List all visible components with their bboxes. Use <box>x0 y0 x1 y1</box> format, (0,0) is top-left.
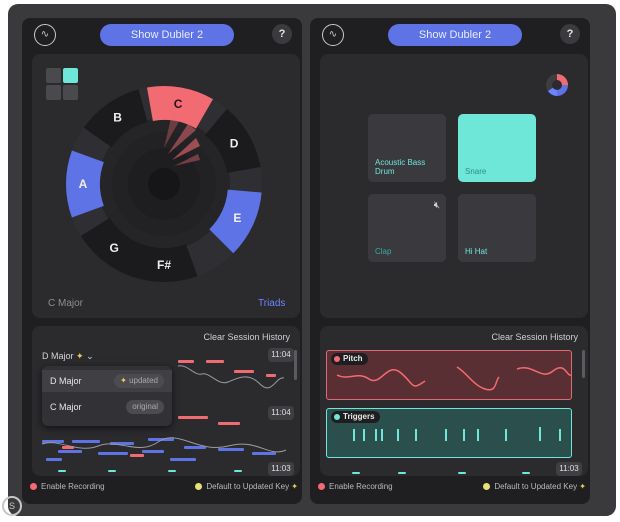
note-bar <box>170 458 196 461</box>
note-bar <box>252 452 276 455</box>
history-timestamp: 11:04 <box>268 406 294 420</box>
pad-snare[interactable]: Snare <box>458 114 536 182</box>
enable-recording-label: Enable Recording <box>329 482 393 491</box>
note-bar <box>178 416 208 419</box>
help-button[interactable]: ? <box>560 24 580 44</box>
default-key-dot-icon <box>195 483 203 491</box>
wheel-note-label: A <box>79 177 88 191</box>
wheel-note-label: G <box>109 241 118 255</box>
show-dubler-button[interactable]: Show Dubler 2 <box>100 24 234 46</box>
key-options-menu: D Major ✦ updated C Major original <box>42 366 172 426</box>
enable-recording-toggle[interactable]: Enable Recording <box>318 482 393 491</box>
pad-label: Clap <box>375 247 392 256</box>
pad-label: Hi Hat <box>465 247 488 256</box>
drum-panel: ∿ Show Dubler 2 ? Acoustic Bass Drum Sna… <box>310 18 590 504</box>
default-key-toggle[interactable]: Default to Updated Key ✦ <box>483 482 586 491</box>
wheel-note-label: C <box>174 97 183 111</box>
lane-label-text: Pitch <box>343 354 363 363</box>
chord-mode-button[interactable]: Triads <box>258 298 285 309</box>
default-key-label: Default to Updated Key <box>494 482 578 491</box>
chord-wheel[interactable]: C D E F# G A B <box>32 54 300 318</box>
panel-footer: Enable Recording Default to Updated Key … <box>30 482 298 498</box>
sparkle-icon: ✦ <box>120 376 130 385</box>
clear-session-history-button[interactable]: Clear Session History <box>203 332 290 342</box>
pad-label: Acoustic Bass Drum <box>375 158 426 176</box>
pad-clap[interactable]: 🔇︎ Clap <box>368 194 446 262</box>
key-option-label: C Major <box>50 402 82 412</box>
lane-label: Pitch <box>331 353 368 365</box>
triggers-lane[interactable]: Triggers <box>326 408 572 458</box>
note-bar <box>98 452 128 455</box>
note-bar <box>178 360 194 363</box>
wave-logo-icon[interactable]: ∿ <box>34 24 56 46</box>
mute-icon[interactable]: 🔇︎ <box>434 200 440 211</box>
lane-label: Triggers <box>331 411 380 423</box>
default-key-dot-icon <box>483 483 491 491</box>
note-bar <box>142 450 164 453</box>
plugin-window: ∿ Show Dubler 2 ? C D E F# G A B C Major Triad… <box>8 4 616 516</box>
badge-text: updated <box>129 376 158 385</box>
record-dot-icon <box>30 483 37 491</box>
lane-label-text: Triggers <box>343 412 375 421</box>
note-bar <box>110 442 134 445</box>
session-history: Clear Session History D Major ✦ ⌄ 11:04 … <box>32 326 300 476</box>
default-key-label: Default to Updated Key <box>206 482 290 491</box>
sos-logo-icon: S <box>2 496 22 516</box>
wheel-note-label: F# <box>157 258 171 272</box>
note-bar <box>234 370 254 373</box>
clear-session-history-button[interactable]: Clear Session History <box>491 332 578 342</box>
wheel-note-label: B <box>113 111 122 125</box>
note-bar <box>184 446 206 449</box>
key-option-label: D Major <box>50 376 82 386</box>
note-bar <box>46 458 62 461</box>
show-dubler-button[interactable]: Show Dubler 2 <box>388 24 522 46</box>
note-bar <box>130 454 144 457</box>
pad-label: Snare <box>465 167 487 176</box>
history-scrollbar[interactable] <box>582 350 585 378</box>
note-bar <box>206 360 224 363</box>
history-timestamp: 11:03 <box>268 462 294 476</box>
wheel-note-label: D <box>230 137 239 151</box>
record-dot-icon <box>318 483 325 491</box>
pad-acoustic-bass-drum[interactable]: Acoustic Bass Drum <box>368 114 446 182</box>
updated-badge: ✦ updated <box>114 374 164 388</box>
sparkle-icon: ✦ <box>291 482 298 491</box>
drum-pad-area: Acoustic Bass Drum Snare 🔇︎ Clap Hi Hat <box>320 54 588 318</box>
wave-logo-icon[interactable]: ∿ <box>322 24 344 46</box>
history-timestamp: 11:03 <box>556 462 582 476</box>
trigger-mark <box>168 470 176 472</box>
color-wheel-icon[interactable] <box>544 72 570 98</box>
session-history: Clear Session History Pitch Triggers 11:… <box>320 326 588 476</box>
original-badge: original <box>126 400 164 414</box>
sparkle-icon: ✦ <box>579 482 586 491</box>
enable-recording-toggle[interactable]: Enable Recording <box>30 482 105 491</box>
current-key-label: C Major <box>48 298 84 309</box>
trigger-mark <box>108 470 116 472</box>
key-option-updated[interactable]: D Major ✦ updated <box>42 370 172 392</box>
note-bar <box>218 422 240 425</box>
default-key-toggle[interactable]: Default to Updated Key ✦ <box>195 482 298 491</box>
note-bar <box>72 440 100 443</box>
history-scrollbar[interactable] <box>294 350 297 380</box>
history-timestamp: 11:04 <box>268 348 294 362</box>
note-bar <box>218 448 244 451</box>
wheel-note-label: E <box>233 211 241 225</box>
enable-recording-label: Enable Recording <box>41 482 105 491</box>
pitch-lane[interactable]: Pitch <box>326 350 572 400</box>
help-button[interactable]: ? <box>272 24 292 44</box>
note-bar <box>266 374 276 377</box>
pitch-panel: ∿ Show Dubler 2 ? C D E F# G A B C Major Triad… <box>22 18 302 504</box>
key-option-original[interactable]: C Major original <box>42 396 172 418</box>
chord-wheel-area: C D E F# G A B C Major Triads <box>32 54 300 318</box>
panel-footer: Enable Recording Default to Updated Key … <box>318 482 586 498</box>
trigger-mark <box>234 470 242 472</box>
pad-hi-hat[interactable]: Hi Hat <box>458 194 536 262</box>
trigger-overview <box>352 472 530 474</box>
note-bar <box>58 450 82 453</box>
triggers-dot-icon <box>334 413 340 420</box>
pitch-dot-icon <box>334 355 340 362</box>
trigger-mark <box>58 470 66 472</box>
